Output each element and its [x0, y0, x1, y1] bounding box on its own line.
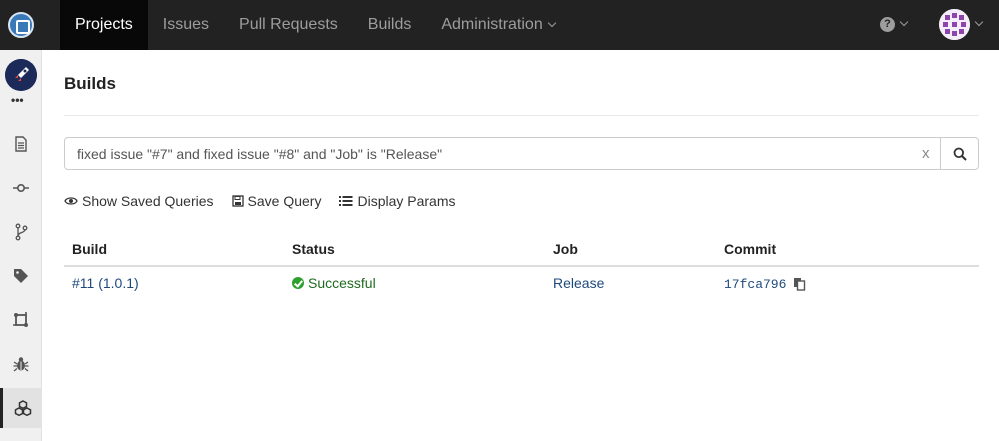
check-circle-icon: [292, 277, 304, 289]
main-nav: Projects Issues Pull Requests Builds Adm…: [60, 0, 570, 50]
sidebar-item-issues[interactable]: [0, 344, 42, 384]
status-label[interactable]: Successful: [308, 275, 376, 291]
sidebar-item-branches[interactable]: [0, 212, 42, 252]
eye-icon: [64, 197, 78, 205]
column-header-job[interactable]: Job: [553, 241, 578, 257]
sidebar-item-pull-requests[interactable]: [0, 300, 42, 340]
sidebar-item-builds[interactable]: [0, 388, 42, 428]
pull-requests-icon: [13, 312, 28, 327]
nav-administration[interactable]: Administration: [426, 0, 569, 50]
nav-pull-requests[interactable]: Pull Requests: [224, 0, 353, 50]
nav-projects-label: Projects: [75, 16, 133, 33]
job-link[interactable]: Release: [553, 275, 604, 291]
issues-bug-icon: [13, 357, 29, 372]
save-disk-icon: [231, 195, 244, 207]
commits-icon: [13, 184, 29, 193]
onedev-logo-icon[interactable]: [8, 12, 34, 38]
page-title: Builds: [64, 74, 116, 93]
show-saved-queries-label: Show Saved Queries: [82, 193, 214, 209]
build-status: Successful: [292, 275, 376, 291]
tags-icon: [14, 269, 28, 283]
table-header: Build Status Job Commit: [64, 233, 979, 267]
query-box: x: [64, 137, 941, 170]
nav-builds-label: Builds: [367, 16, 412, 33]
build-link[interactable]: #11 (1.0.1): [72, 275, 139, 291]
column-header-commit[interactable]: Commit: [724, 241, 776, 257]
chevron-down-icon: [974, 17, 984, 26]
project-sidebar: •••: [0, 50, 42, 441]
divider: [64, 115, 979, 116]
search-button[interactable]: [940, 137, 979, 170]
chevron-down-icon: [547, 18, 556, 28]
copy-icon[interactable]: [793, 277, 806, 291]
column-header-status[interactable]: Status: [292, 241, 335, 257]
display-params-label: Display Params: [357, 193, 456, 209]
query-input[interactable]: [65, 138, 915, 169]
sidebar-item-files[interactable]: [0, 124, 42, 164]
commit-hash-link[interactable]: 17fca796: [724, 277, 786, 292]
query-actions: Show Saved Queries Save Query Display Pa…: [64, 193, 474, 209]
question-circle-icon: ?: [880, 17, 895, 32]
nav-issues-label: Issues: [162, 16, 210, 33]
search-icon: [953, 147, 967, 161]
branches-icon: [15, 223, 28, 241]
files-icon: [15, 136, 27, 152]
sidebar-item-tags[interactable]: [0, 256, 42, 296]
clear-query-button[interactable]: x: [922, 145, 930, 162]
sidebar-item-commits[interactable]: [0, 168, 42, 208]
nav-issues[interactable]: Issues: [148, 0, 224, 50]
top-navbar: Projects Issues Pull Requests Builds Adm…: [0, 0, 999, 50]
table-row: #11 (1.0.1) Successful Release 17fca796: [64, 267, 979, 305]
nav-builds[interactable]: Builds: [353, 0, 427, 50]
chevron-down-icon: [899, 17, 909, 26]
nav-projects[interactable]: Projects: [60, 0, 148, 50]
commit-cell: 17fca796: [724, 275, 806, 292]
user-menu[interactable]: [939, 9, 984, 40]
builds-table: Build Status Job Commit #11 (1.0.1) Succ…: [64, 233, 979, 305]
save-query-button[interactable]: Save Query: [231, 193, 322, 209]
list-icon: [339, 196, 353, 206]
display-params-button[interactable]: Display Params: [339, 193, 456, 209]
save-query-label: Save Query: [247, 193, 322, 209]
help-menu[interactable]: ?: [880, 17, 909, 32]
nav-administration-label: Administration: [441, 16, 543, 33]
builds-cubes-icon: [14, 400, 31, 417]
rocket-icon[interactable]: [5, 59, 37, 91]
avatar: [939, 9, 970, 40]
show-saved-queries-button[interactable]: Show Saved Queries: [64, 193, 214, 209]
nav-pull-requests-label: Pull Requests: [239, 16, 338, 33]
more-icon[interactable]: •••: [11, 94, 24, 106]
column-header-build[interactable]: Build: [72, 241, 107, 257]
